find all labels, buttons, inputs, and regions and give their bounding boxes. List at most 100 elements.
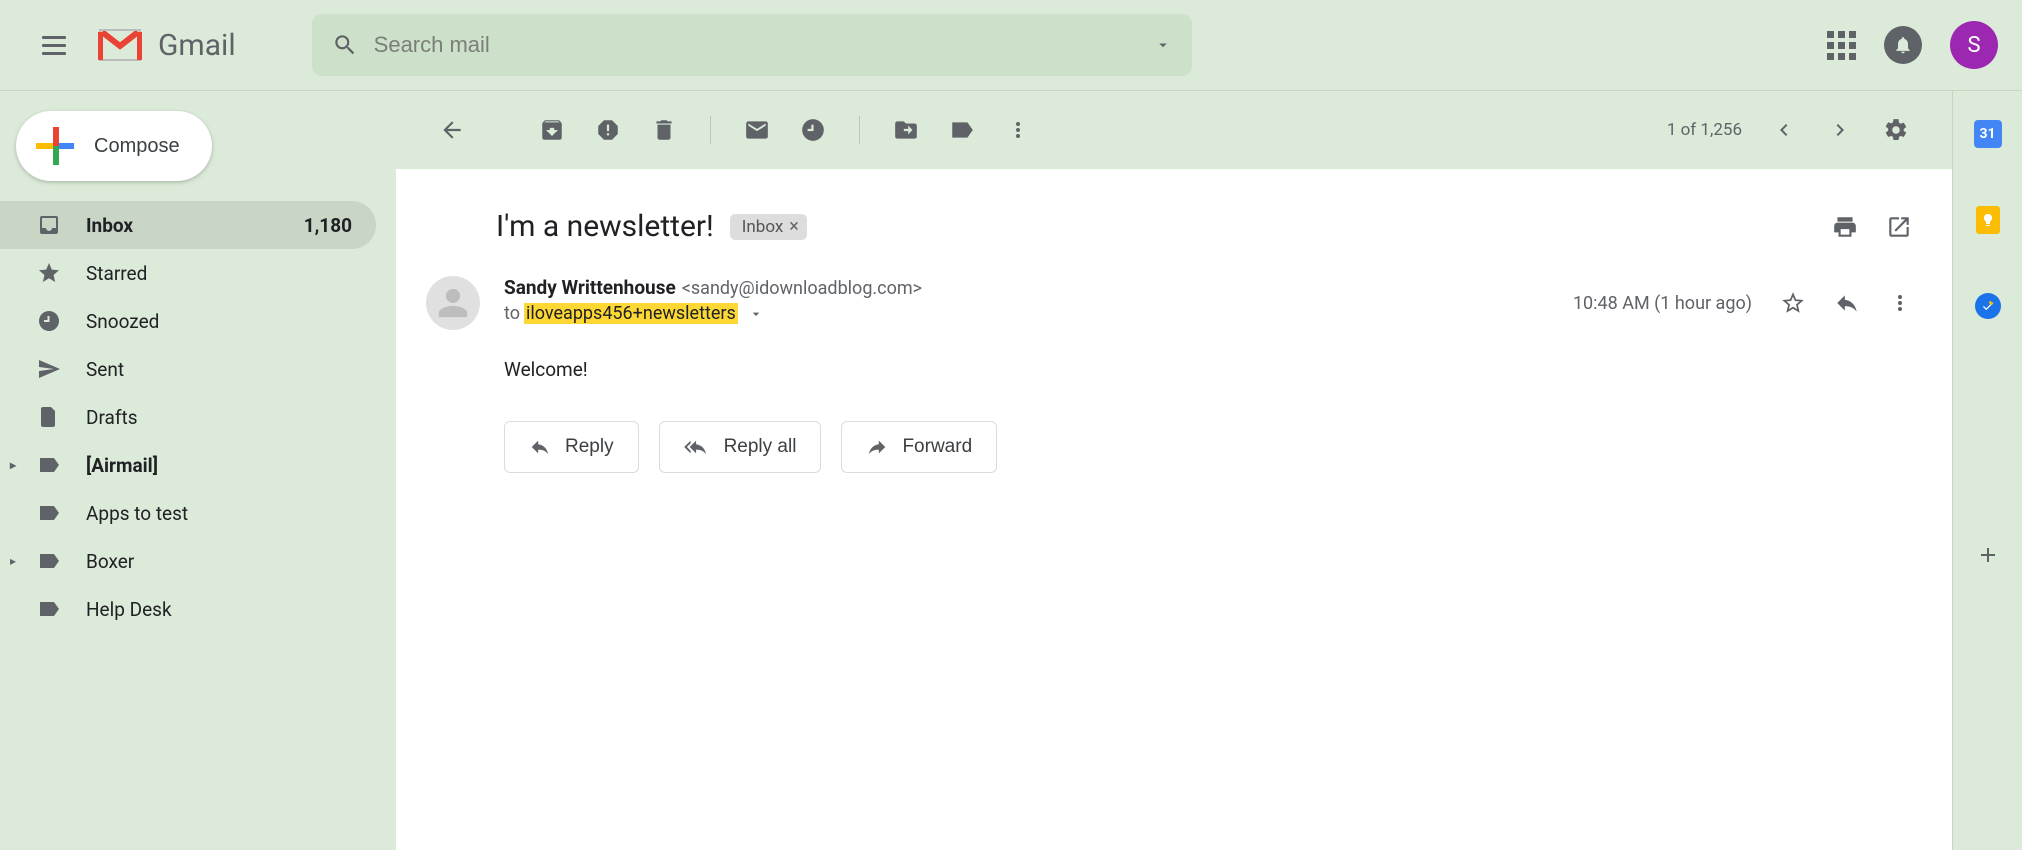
sidebar-item-snoozed[interactable]: Snoozed	[0, 297, 376, 345]
sidebar-item-boxer[interactable]: ▸ Boxer	[0, 537, 376, 585]
reply-icon	[1834, 290, 1860, 316]
sidebar-item-sent[interactable]: Sent	[0, 345, 376, 393]
sidebar-item-help-desk[interactable]: Help Desk	[0, 585, 376, 633]
reply-all-button[interactable]: Reply all	[659, 421, 822, 473]
header: Gmail S	[0, 0, 2022, 90]
position-text: 1 of 1,256	[1667, 120, 1742, 140]
timestamp: 10:48 AM (1 hour ago)	[1573, 293, 1752, 314]
toolbar: 1 of 1,256	[396, 91, 1952, 169]
label-icon	[36, 500, 62, 526]
search-icon	[332, 32, 358, 58]
label-chip-text: Inbox	[742, 217, 784, 237]
sidebar-item-label: Apps to test	[86, 502, 188, 525]
sidebar: Compose Inbox 1,180 Starred Snoozed Sent…	[0, 91, 396, 850]
clock-icon	[800, 117, 826, 143]
mark-unread-button[interactable]	[731, 104, 783, 156]
search-bar[interactable]	[312, 14, 1192, 76]
settings-button[interactable]	[1870, 104, 1922, 156]
plus-icon	[1976, 543, 2000, 567]
older-button[interactable]	[1758, 104, 1810, 156]
sender-avatar[interactable]	[426, 276, 480, 330]
back-button[interactable]	[426, 104, 478, 156]
spam-button[interactable]	[582, 104, 634, 156]
tasks-icon	[1975, 293, 2001, 319]
labels-button[interactable]	[936, 104, 988, 156]
apps-icon[interactable]	[1827, 31, 1856, 60]
archive-button[interactable]	[526, 104, 578, 156]
open-in-new-icon	[1886, 214, 1912, 240]
move-to-button[interactable]	[880, 104, 932, 156]
to-line[interactable]: to iloveapps456+newsletters	[504, 303, 1549, 324]
reply-all-icon	[684, 436, 710, 458]
star-button[interactable]	[1780, 290, 1806, 316]
app-name: Gmail	[158, 28, 236, 63]
plus-icon	[36, 127, 74, 165]
compose-button[interactable]: Compose	[16, 111, 212, 181]
keep-addon[interactable]	[1973, 205, 2003, 235]
person-icon	[436, 286, 470, 320]
reply-row: Reply Reply all Forward	[396, 381, 1952, 473]
inbox-icon	[36, 212, 62, 238]
forward-button[interactable]: Forward	[841, 421, 997, 473]
sidebar-item-count: 1,180	[304, 214, 352, 237]
label-icon	[36, 596, 62, 622]
subject-actions	[1832, 214, 1912, 240]
main-menu-button[interactable]	[34, 25, 74, 65]
message-more-button[interactable]	[1888, 291, 1912, 315]
notifications-button[interactable]	[1884, 26, 1922, 64]
expand-icon[interactable]: ▸	[10, 458, 16, 472]
back-arrow-icon	[439, 117, 465, 143]
sender-email: <sandy@idownloadblog.com>	[682, 278, 922, 299]
delete-button[interactable]	[638, 104, 690, 156]
archive-icon	[539, 117, 565, 143]
gmail-logo-icon	[98, 28, 142, 62]
subject-row: I'm a newsletter! Inbox ×	[396, 209, 1952, 244]
print-icon	[1832, 214, 1858, 240]
sidebar-item-label: Drafts	[86, 406, 138, 429]
separator	[710, 116, 711, 144]
sidebar-item-starred[interactable]: Starred	[0, 249, 376, 297]
more-button[interactable]	[992, 104, 1044, 156]
account-avatar[interactable]: S	[1950, 21, 1998, 69]
remove-label-icon[interactable]: ×	[789, 218, 799, 236]
reply-icon-button[interactable]	[1834, 290, 1860, 316]
reply-button[interactable]: Reply	[504, 421, 639, 473]
subject: I'm a newsletter!	[496, 209, 714, 244]
calendar-icon: 31	[1974, 120, 2002, 148]
sidebar-item-label: Snoozed	[86, 310, 159, 333]
spam-icon	[595, 117, 621, 143]
sidebar-item-inbox[interactable]: Inbox 1,180	[0, 201, 376, 249]
logo[interactable]: Gmail	[98, 28, 236, 63]
search-input[interactable]	[374, 32, 1138, 58]
forward-label: Forward	[902, 436, 972, 458]
separator	[859, 116, 860, 144]
sidebar-item-drafts[interactable]: Drafts	[0, 393, 376, 441]
tasks-addon[interactable]	[1973, 291, 2003, 321]
snooze-button[interactable]	[787, 104, 839, 156]
avatar-letter: S	[1967, 33, 1980, 58]
message-pane: I'm a newsletter! Inbox × Sandy Writtenh…	[396, 169, 1952, 850]
to-prefix: to	[504, 303, 520, 324]
newer-button[interactable]	[1814, 104, 1866, 156]
label-chip[interactable]: Inbox ×	[730, 214, 807, 240]
calendar-addon[interactable]: 31	[1973, 119, 2003, 149]
print-button[interactable]	[1832, 214, 1858, 240]
reply-icon	[529, 436, 551, 458]
more-vert-icon	[1006, 118, 1030, 142]
bell-icon	[1893, 35, 1913, 55]
sidebar-item-apps-to-test[interactable]: Apps to test	[0, 489, 376, 537]
get-addons-button[interactable]	[1973, 540, 2003, 570]
sidebar-item-airmail[interactable]: ▸ [Airmail]	[0, 441, 376, 489]
sender-name: Sandy Writtenhouse	[504, 276, 676, 299]
show-details-icon[interactable]	[748, 306, 764, 322]
sidebar-item-label: Sent	[86, 358, 124, 381]
sender-info: Sandy Writtenhouse <sandy@idownloadblog.…	[504, 276, 1549, 330]
clock-icon	[36, 308, 62, 334]
more-vert-icon	[1888, 291, 1912, 315]
chevron-right-icon	[1828, 118, 1852, 142]
expand-icon[interactable]: ▸	[10, 554, 16, 568]
body: Compose Inbox 1,180 Starred Snoozed Sent…	[0, 90, 2022, 850]
sidebar-item-label: Help Desk	[86, 598, 172, 621]
open-new-window-button[interactable]	[1886, 214, 1912, 240]
search-options-icon[interactable]	[1154, 36, 1172, 54]
